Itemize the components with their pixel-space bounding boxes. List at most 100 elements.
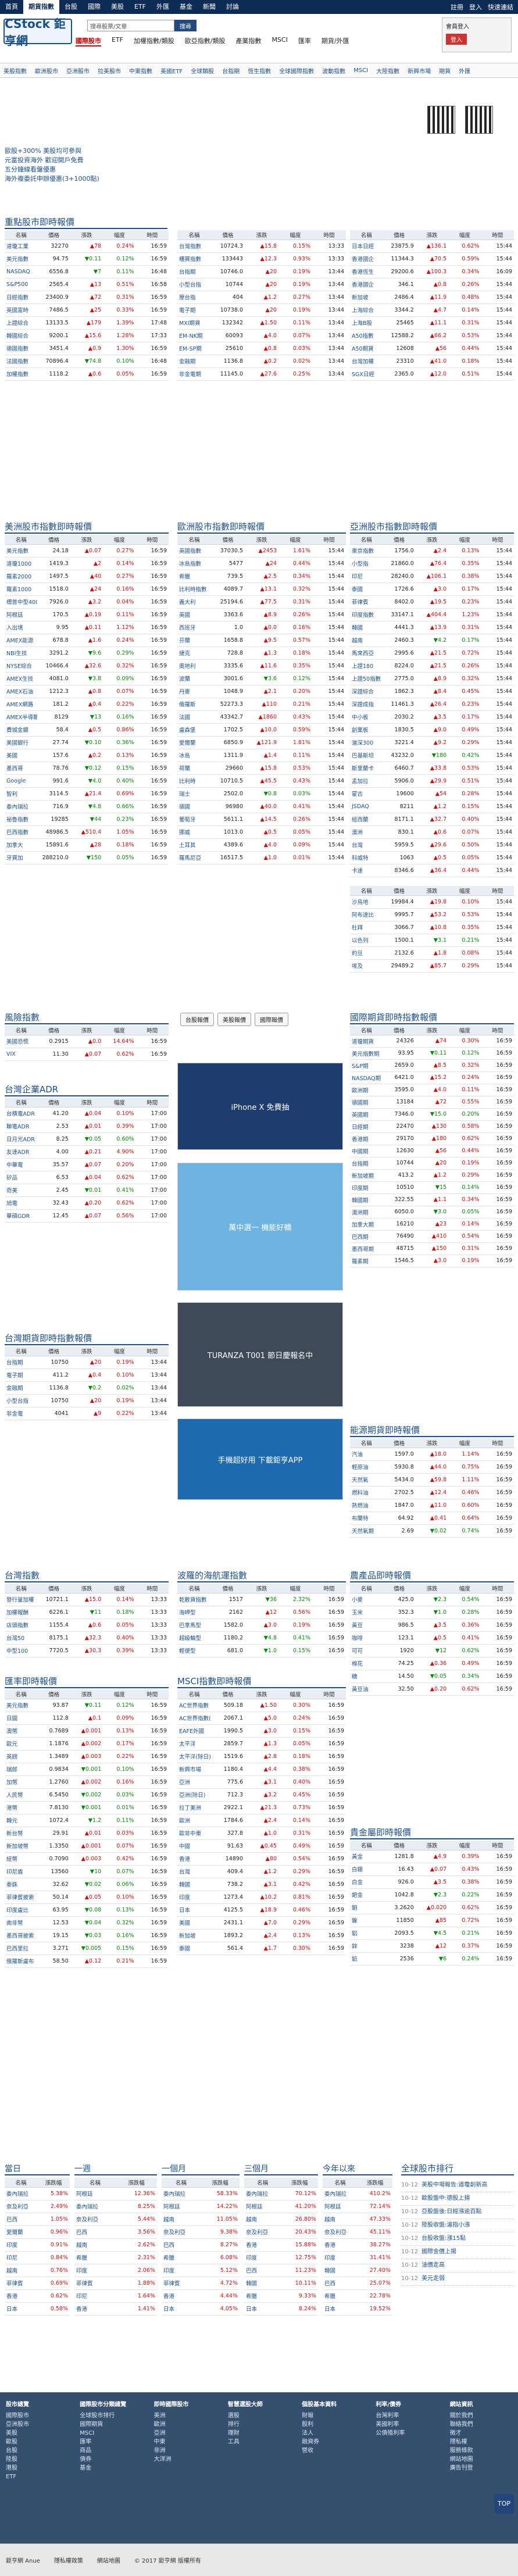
table-row[interactable]: 印度期 10510 ▼15 0.14% 16:59 bbox=[350, 1181, 514, 1194]
table-row[interactable]: AC世界指數 509.18 ▲1.50 0.30% 16:59 bbox=[177, 1699, 346, 1712]
table-row[interactable]: 希臘 739.5 ▲2.5 0.34% 15:44 bbox=[177, 570, 346, 583]
footer-link[interactable]: 陸股 bbox=[6, 2455, 68, 2464]
table-row[interactable]: 燃料油 2702.5 ▲12.4 0.46% 16:59 bbox=[350, 1486, 514, 1499]
table-row[interactable]: 墨西哥 78.76 ▼0.12 0.15% 16:59 bbox=[5, 762, 169, 775]
table-row[interactable]: 韓國 4441.3 ▲13.9 0.31% 15:44 bbox=[350, 621, 514, 634]
instrument-name[interactable]: 亞洲(除日) bbox=[177, 1788, 211, 1802]
table-row[interactable]: 越南 2460.3 ▼4.2 0.17% 15:44 bbox=[350, 634, 514, 647]
instrument-name[interactable]: 泰國 bbox=[177, 1942, 211, 1955]
instrument-name[interactable]: AC世界指數(美) bbox=[177, 1712, 211, 1725]
table-row[interactable]: 中小板 2030.2 ▲3.5 0.17% 15:44 bbox=[350, 710, 514, 724]
top-nav-item[interactable]: 外匯 bbox=[151, 0, 174, 14]
table-row[interactable]: 糖 14.50 ▼0.05 0.34% 16:59 bbox=[350, 1670, 514, 1683]
instrument-name[interactable]: SGX日經 bbox=[350, 367, 383, 381]
instrument-name[interactable]: 巴西期 bbox=[350, 1230, 383, 1243]
footer-link[interactable]: 國際期貨 bbox=[80, 2420, 142, 2429]
top-nav-item[interactable]: 台股 bbox=[59, 0, 83, 14]
category-nav-item[interactable]: 外匯 bbox=[459, 66, 470, 75]
instrument-name[interactable]: VIX bbox=[5, 1048, 38, 1061]
table-row[interactable]: 香港 38.27% bbox=[323, 2238, 392, 2252]
table-row[interactable]: 西班牙 1.0 ▲0.0 0.16% 15:44 bbox=[177, 621, 346, 634]
country-name[interactable]: 香港 bbox=[323, 2238, 358, 2252]
table-row[interactable]: 瑞郎 0.9834 ▼0.001 0.10% 16:59 bbox=[5, 1763, 169, 1776]
footer-link[interactable]: 隱私權 bbox=[450, 2438, 512, 2446]
table-row[interactable]: 委內瑞拉 410.2% bbox=[323, 2187, 392, 2200]
footer-link[interactable]: 關於我們 bbox=[450, 2411, 512, 2420]
table-row[interactable]: 加權指數 1118.2 ▲0.6 0.05% 16:59 bbox=[5, 367, 169, 381]
table-row[interactable]: 發行量加權 10721.1 ▲15.0 0.14% 13:33 bbox=[5, 1593, 169, 1606]
instrument-name[interactable]: 祕魯指數 bbox=[5, 813, 38, 826]
instrument-name[interactable]: 比利時指數 bbox=[177, 583, 211, 596]
instrument-name[interactable]: 卡達 bbox=[350, 864, 383, 877]
table-row[interactable]: 美元指數 93.87 ▼0.11 0.12% 16:59 bbox=[5, 1699, 169, 1712]
instrument-name[interactable]: 泰銖 bbox=[5, 1878, 38, 1891]
instrument-name[interactable]: 金融期 bbox=[5, 1381, 38, 1395]
category-nav-item[interactable]: 台指期 bbox=[222, 66, 240, 75]
instrument-name[interactable]: 上證180 bbox=[350, 659, 383, 673]
instrument-name[interactable]: 超級輪型 bbox=[177, 1631, 211, 1645]
table-row[interactable]: 金融期 1136.8 ▲0.2 0.02% 13:44 bbox=[177, 355, 346, 368]
instrument-name[interactable]: 道瓊工業 bbox=[5, 240, 38, 253]
instrument-name[interactable]: 金融期 bbox=[177, 355, 211, 368]
table-row[interactable]: 鉛 2536 ▼6 0.24% 16:59 bbox=[350, 1952, 514, 1966]
table-row[interactable]: S&P期 2659.0 ▲8.5 0.32% 16:59 bbox=[350, 1059, 514, 1072]
instrument-name[interactable]: 旭電 bbox=[5, 1196, 38, 1210]
instrument-name[interactable]: 道瓊1000 bbox=[5, 557, 38, 570]
country-name[interactable]: 印度 bbox=[5, 2238, 37, 2252]
table-row[interactable]: 智利 3114.5 ▲21.4 0.69% 16:59 bbox=[5, 787, 169, 801]
table-row[interactable]: 香港國企 346.1 ▲0.8 0.26% 15:44 bbox=[350, 278, 514, 291]
instrument-name[interactable]: 土耳其 bbox=[177, 838, 211, 852]
table-row[interactable]: 香港 4.44% bbox=[162, 2289, 240, 2303]
instrument-name[interactable]: 澳洲期 bbox=[350, 1206, 383, 1219]
instrument-name[interactable]: 加權報酬 bbox=[5, 1606, 38, 1619]
table-row[interactable]: 上海B股 25465 ▲11.1 0.31% 15:44 bbox=[350, 316, 514, 330]
instrument-name[interactable]: 小型台指 bbox=[5, 1394, 38, 1407]
instrument-name[interactable]: 上海綜合 bbox=[350, 303, 383, 317]
table-row[interactable]: 東京指數 1756.0 ▲2.4 0.13% 15:44 bbox=[350, 544, 514, 558]
instrument-name[interactable]: 委內瑞拉 bbox=[5, 800, 38, 813]
sub-nav-item[interactable]: 期貨/外匯 bbox=[321, 36, 349, 47]
table-row[interactable]: 巴西 1.05% bbox=[5, 2213, 70, 2226]
table-row[interactable]: 冰島指數 5477 ▲24 0.44% 15:44 bbox=[177, 557, 346, 570]
country-name[interactable]: 韓國 bbox=[244, 2277, 281, 2290]
table-row[interactable]: 天然氣 5434.0 ▲59.8 1.11% 16:59 bbox=[350, 1473, 514, 1487]
instrument-name[interactable]: 日本日經 bbox=[350, 240, 383, 253]
instrument-name[interactable]: 美元指數 bbox=[5, 544, 38, 558]
table-row[interactable]: 巴西 11.23% bbox=[244, 2264, 318, 2277]
table-row[interactable]: 希臘 22.78% bbox=[323, 2289, 392, 2303]
table-row[interactable]: 巴西 3.56% bbox=[74, 2225, 157, 2239]
table-row[interactable]: 印度 1273.4 ▲10.2 0.81% 16:59 bbox=[177, 1891, 346, 1904]
table-row[interactable]: JSDAQ 8211 ▲1.2 0.15% 15:44 bbox=[350, 800, 514, 813]
promo-link[interactable]: 歐股+300% 美股均可參與 bbox=[5, 147, 99, 156]
table-row[interactable]: 台灣指數 10724.3 ▲15.8 0.15% 13:33 bbox=[177, 240, 346, 253]
instrument-name[interactable]: 菲律賓披索 bbox=[5, 1891, 38, 1904]
table-row[interactable]: 韓國 738.2 ▲3.1 0.42% 16:59 bbox=[177, 1878, 346, 1891]
promo-link[interactable]: 元富投資海外 歡迎開戶免費 bbox=[5, 156, 99, 165]
table-row[interactable]: 羅素期 1546.5 ▲3.0 0.19% 16:59 bbox=[350, 1255, 514, 1267]
instrument-name[interactable]: 台灣加權 bbox=[350, 355, 383, 368]
news-item[interactable]: 10-12 歐股盤中:德股上揚 bbox=[401, 2192, 514, 2206]
footer-link[interactable]: 基金 bbox=[80, 2464, 142, 2473]
instrument-name[interactable]: 黃豆油 bbox=[350, 1682, 383, 1696]
table-row[interactable]: 滬深300 3221.4 ▲9.2 0.29% 15:44 bbox=[350, 736, 514, 749]
country-name[interactable]: 香港 bbox=[162, 2289, 201, 2303]
table-row[interactable]: 菲律賓 0.69% bbox=[5, 2277, 70, 2290]
news-item[interactable]: 10-12 台股收盤:漲15點 bbox=[401, 2232, 514, 2246]
instrument-name[interactable]: 日經期 bbox=[350, 1120, 383, 1133]
search-input[interactable]: 搜尋股票/文章 bbox=[87, 20, 174, 31]
table-row[interactable]: 印度盧比 63.95 ▼0.08 0.13% 16:59 bbox=[5, 1903, 169, 1917]
sub-nav-item[interactable]: MSCI bbox=[271, 36, 287, 47]
table-row[interactable]: 奈及利亞 20.43% bbox=[244, 2225, 318, 2239]
category-nav-item[interactable]: 全球類股 bbox=[191, 66, 214, 75]
table-row[interactable]: 阿根廷 72.14% bbox=[323, 2200, 392, 2213]
table-row[interactable]: 委內瑞拉 58.33% bbox=[162, 2187, 240, 2200]
instrument-name[interactable]: 澳洲 bbox=[350, 826, 383, 839]
table-row[interactable]: 馬來西亞 2995.6 ▲21.5 0.72% 15:44 bbox=[350, 646, 514, 660]
promo-link[interactable]: 海外複委託申辦優惠(3+1000點) bbox=[5, 174, 99, 184]
instrument-name[interactable]: 英國富時 bbox=[5, 303, 38, 317]
table-row[interactable]: 泰銖 32.62 ▼0.02 0.06% 16:59 bbox=[5, 1878, 169, 1891]
country-name[interactable]: 菲律賓 bbox=[74, 2277, 116, 2290]
instrument-name[interactable]: 天然氣期 bbox=[350, 1524, 383, 1538]
instrument-name[interactable]: Google bbox=[5, 774, 38, 788]
instrument-name[interactable]: 智利 bbox=[5, 787, 38, 801]
